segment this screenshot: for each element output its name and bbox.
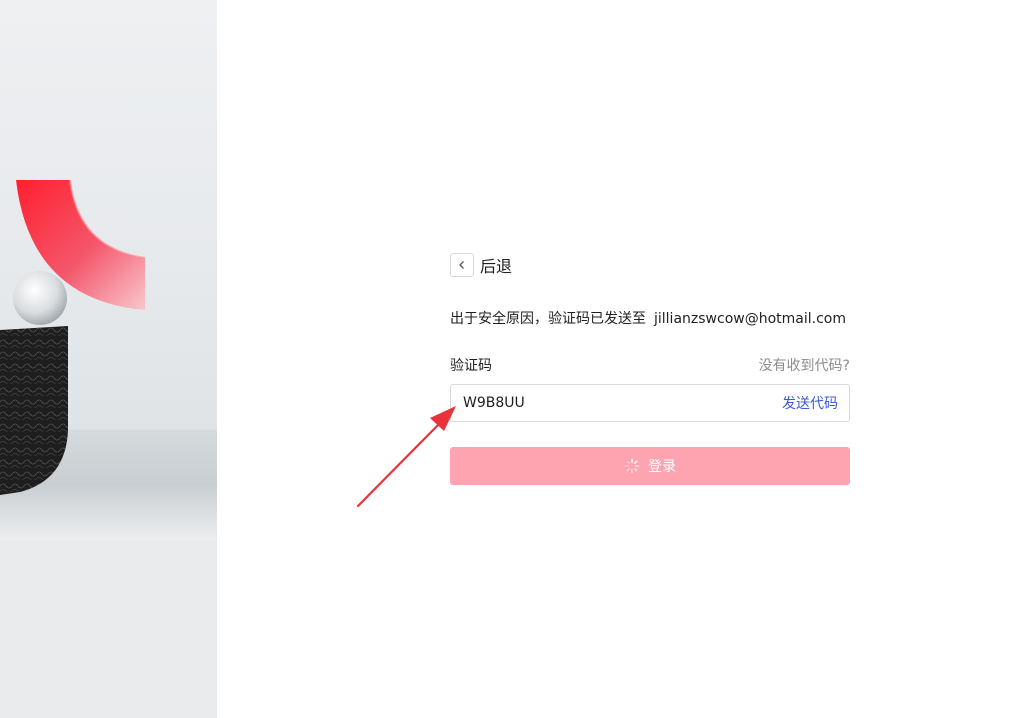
- security-notice: 出于安全原因，验证码已发送至 jillianzswcow@hotmail.com: [450, 308, 850, 328]
- send-code-link[interactable]: 发送代码: [782, 393, 838, 413]
- login-page: 后退 出于安全原因，验证码已发送至 jillianzswcow@hotmail.c…: [0, 0, 1014, 718]
- chevron-left-icon: [459, 261, 464, 269]
- code-not-received-link[interactable]: 没有收到代码?: [759, 355, 850, 375]
- code-label: 验证码: [450, 358, 492, 374]
- notice-text: 出于安全原因，验证码已发送至: [450, 311, 646, 327]
- sculpture-image: [0, 179, 217, 718]
- back-label[interactable]: 后退: [480, 253, 512, 277]
- back-button[interactable]: [450, 253, 474, 277]
- notice-email: jillianzswcow@hotmail.com: [654, 311, 846, 327]
- code-label-row: 验证码 没有收到代码?: [450, 355, 850, 375]
- back-row: 后退: [450, 252, 850, 278]
- hero-illustration: [0, 0, 217, 718]
- spinner-icon: [624, 458, 640, 474]
- verification-code-field[interactable]: 发送代码: [450, 384, 850, 422]
- verification-panel: 后退 出于安全原因，验证码已发送至 jillianzswcow@hotmail.c…: [450, 252, 850, 485]
- login-label: 登录: [648, 459, 676, 475]
- login-button[interactable]: 登录: [450, 447, 850, 485]
- verification-code-input[interactable]: [463, 395, 663, 411]
